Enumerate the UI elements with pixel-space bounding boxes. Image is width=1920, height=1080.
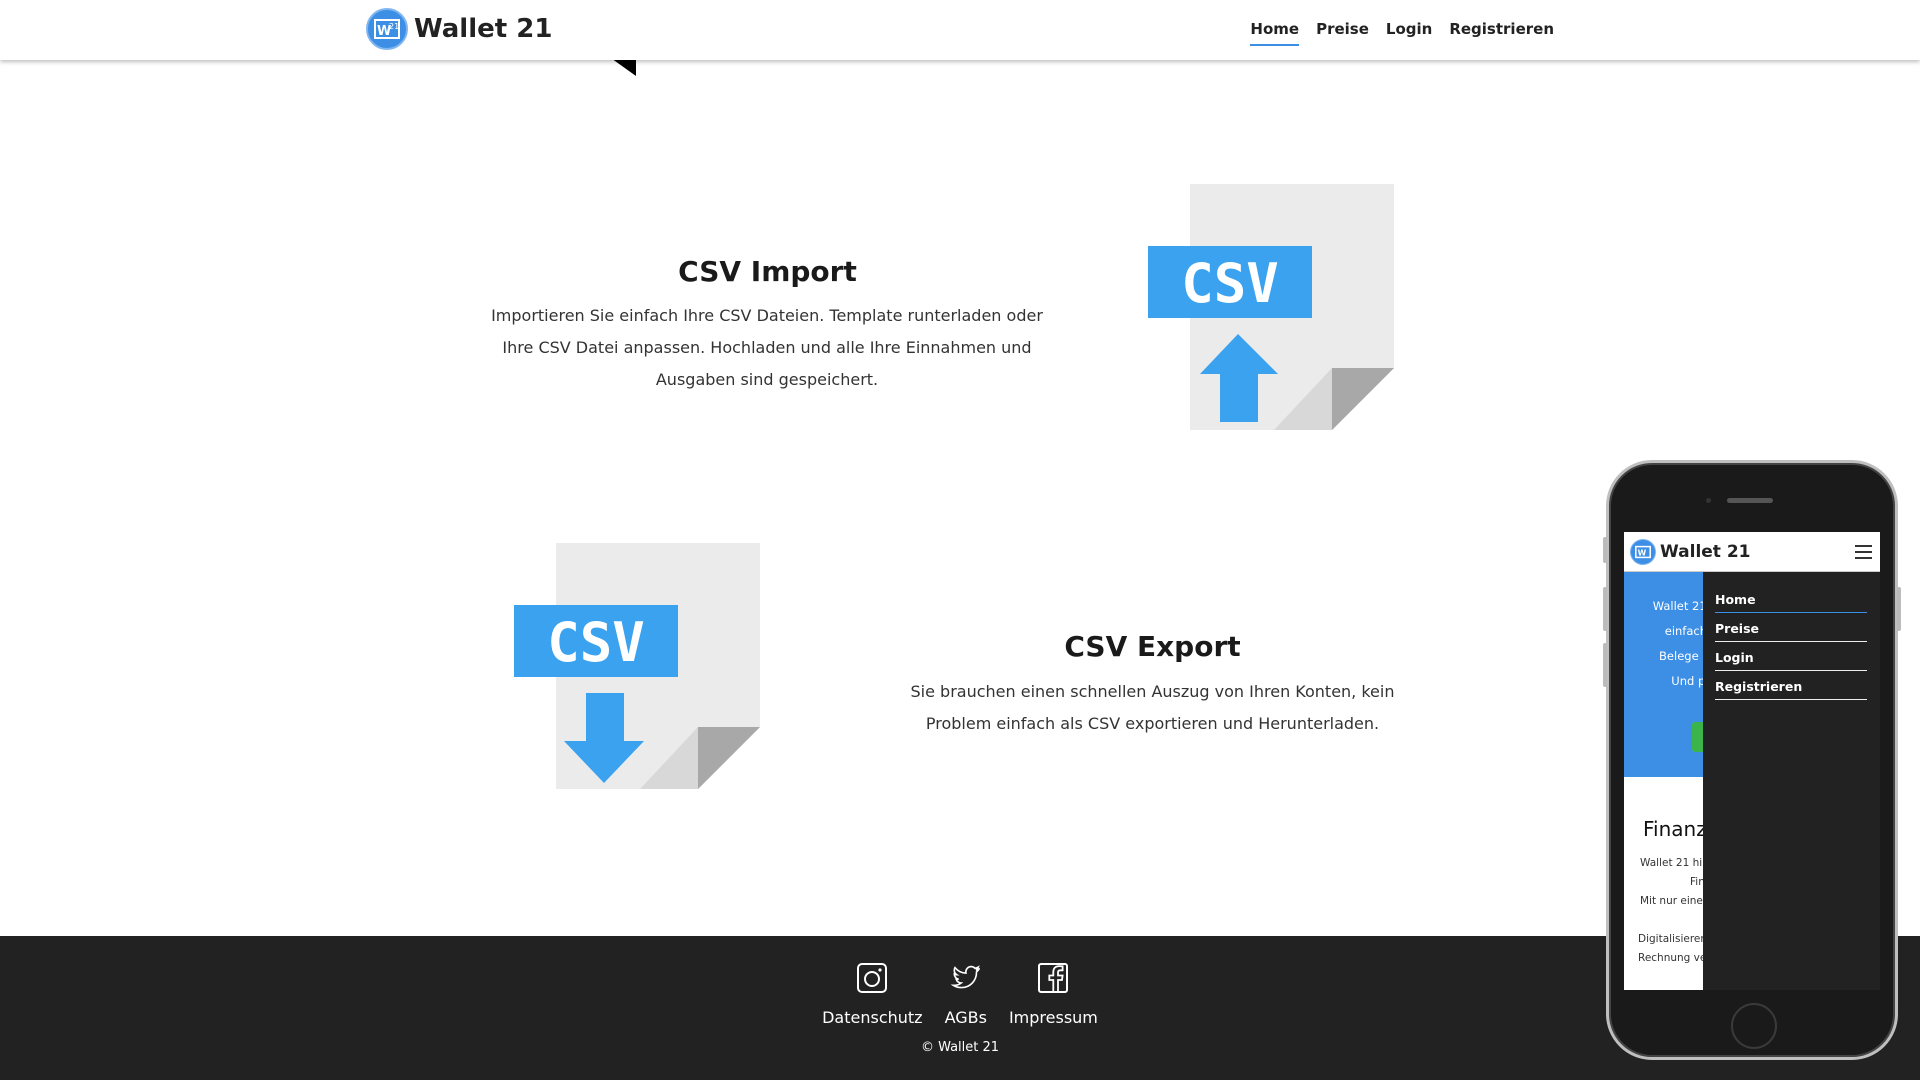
instagram-icon[interactable] xyxy=(856,962,888,994)
phone-content-line: Wallet 21 hil xyxy=(1640,857,1706,869)
phone-speaker xyxy=(1727,498,1773,503)
main-nav: Home Preise Login Registrieren xyxy=(1250,20,1554,46)
csv-label: CSV xyxy=(1181,252,1279,315)
phone-side-button xyxy=(1897,587,1901,631)
phone-nav-registrieren[interactable]: Registrieren xyxy=(1715,671,1867,700)
phone-content-line: Rechnung ver xyxy=(1638,952,1711,964)
phone-content-line: Digitalisieren xyxy=(1638,933,1708,945)
footer-label: Impressum xyxy=(1008,1008,1098,1027)
wallet-logo-icon: W xyxy=(1630,538,1656,565)
footer-link-agbs[interactable]: AGBs xyxy=(945,962,987,1027)
footer-link-impressum[interactable]: Impressum xyxy=(1009,962,1098,1027)
svg-text:21: 21 xyxy=(389,22,399,31)
phone-nav-login[interactable]: Login xyxy=(1715,642,1867,671)
csv-label: CSV xyxy=(547,611,645,674)
phone-home-button[interactable] xyxy=(1731,1003,1777,1049)
footer-label: Datenschutz xyxy=(822,1008,923,1027)
phone-mockup: W Wallet 21 Wallet 21 hil einfach zu Bel… xyxy=(1603,460,1901,1060)
phone-camera xyxy=(1706,498,1711,503)
phone-brand-name: Wallet 21 xyxy=(1660,541,1751,562)
svg-text:W: W xyxy=(1638,548,1647,557)
csv-export-text: Sie brauchen einen schnellen Auszug von … xyxy=(910,682,1395,733)
phone-nav-drawer: Home Preise Login Registrieren xyxy=(1703,572,1880,990)
wallet-logo-icon: W 21 xyxy=(366,8,408,50)
top-navbar: W 21 Wallet 21 Home Preise Login Registr… xyxy=(0,0,1920,60)
phone-content-title: Finanz xyxy=(1643,817,1707,841)
nav-home[interactable]: Home xyxy=(1250,20,1300,46)
nav-preise[interactable]: Preise xyxy=(1316,20,1369,46)
csv-export-title: CSV Export xyxy=(1064,630,1241,663)
csv-upload-icon: CSV xyxy=(1148,184,1396,437)
csv-import-text: Importieren Sie einfach Ihre CSV Dateien… xyxy=(491,306,1043,389)
phone-nav-home[interactable]: Home xyxy=(1715,584,1867,613)
phone-side-button xyxy=(1603,537,1607,563)
hamburger-menu-icon[interactable] xyxy=(1855,545,1872,563)
nav-login[interactable]: Login xyxy=(1386,20,1432,46)
brand[interactable]: W 21 Wallet 21 xyxy=(366,8,552,50)
phone-side-button xyxy=(1603,643,1607,687)
phone-content-line: Mit nur einen xyxy=(1640,895,1710,907)
brand-name: Wallet 21 xyxy=(414,14,553,44)
facebook-icon[interactable] xyxy=(1037,962,1069,994)
footer-link-datenschutz[interactable]: Datenschutz xyxy=(822,962,923,1027)
phone-navbar: W Wallet 21 xyxy=(1624,532,1880,572)
csv-import-title: CSV Import xyxy=(678,255,857,288)
csv-download-icon: CSV xyxy=(514,543,762,796)
phone-side-button xyxy=(1603,587,1607,631)
twitter-icon[interactable] xyxy=(950,962,982,994)
phone-screen: W Wallet 21 Wallet 21 hil einfach zu Bel… xyxy=(1624,532,1880,990)
nav-registrieren[interactable]: Registrieren xyxy=(1449,20,1554,46)
phone-nav-preise[interactable]: Preise xyxy=(1715,613,1867,642)
footer-label: AGBs xyxy=(944,1008,987,1027)
